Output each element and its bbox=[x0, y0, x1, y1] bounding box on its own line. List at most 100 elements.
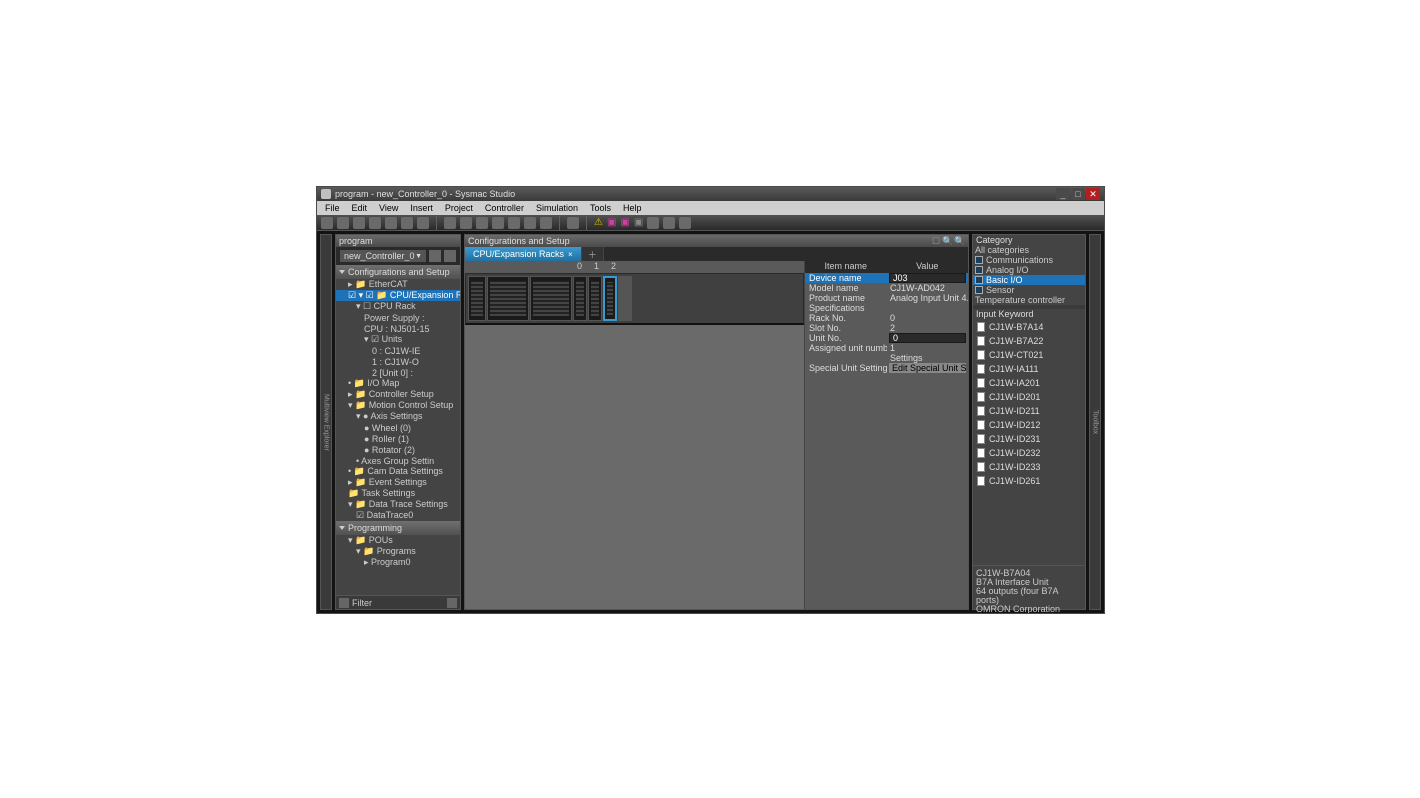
tree-item[interactable]: ● Roller (1) bbox=[336, 433, 460, 444]
tree-item[interactable]: ☑ ▾ ☑ 📁 CPU/Expansion Racks bbox=[336, 290, 460, 301]
tree-item[interactable]: 0 : CJ1W-IE bbox=[336, 345, 460, 356]
open-icon[interactable] bbox=[444, 217, 456, 229]
device-item[interactable]: CJ1W-CT021 bbox=[974, 348, 1084, 362]
tool2-icon[interactable] bbox=[492, 217, 504, 229]
tree-item[interactable]: 2 [Unit 0] : bbox=[336, 367, 460, 378]
controller-btn1[interactable] bbox=[429, 250, 441, 262]
multiview-explorer-label[interactable]: Multiview Explorer bbox=[320, 234, 332, 610]
tree-item[interactable]: ▾ ● Axis Settings bbox=[336, 411, 460, 422]
goto-icon[interactable] bbox=[540, 217, 552, 229]
rack-power-supply[interactable] bbox=[468, 276, 486, 321]
tree-item[interactable]: Power Supply : bbox=[336, 312, 460, 323]
device-item[interactable]: CJ1W-IA201 bbox=[974, 376, 1084, 390]
tree-item[interactable]: ▾ ☐ CPU Rack bbox=[336, 301, 460, 312]
copy-icon[interactable] bbox=[337, 217, 349, 229]
device-item[interactable]: CJ1W-B7A22 bbox=[974, 334, 1084, 348]
cut-icon[interactable] bbox=[321, 217, 333, 229]
tree-item[interactable]: ▾ 📁 POUs bbox=[336, 535, 460, 546]
toolbox-label[interactable]: Toolbox bbox=[1089, 234, 1101, 610]
category-item[interactable]: Analog I/O bbox=[973, 265, 1085, 275]
menu-insert[interactable]: Insert bbox=[404, 203, 439, 213]
rack-cpu[interactable] bbox=[487, 276, 529, 321]
status3-icon[interactable]: ▣ bbox=[634, 217, 643, 228]
grid-icon[interactable] bbox=[476, 217, 488, 229]
category-item[interactable]: Communications bbox=[973, 255, 1085, 265]
tool4-icon[interactable] bbox=[647, 217, 659, 229]
property-row[interactable]: Specifications bbox=[805, 303, 968, 313]
close-button[interactable]: ✕ bbox=[1086, 188, 1100, 200]
tree-item[interactable]: ▸ 📁 Controller Setup bbox=[336, 389, 460, 400]
rack-cpu2[interactable] bbox=[530, 276, 572, 321]
menu-simulation[interactable]: Simulation bbox=[530, 203, 584, 213]
close-icon[interactable]: × bbox=[568, 250, 573, 259]
tree-item[interactable]: ▸ 📁 Event Settings bbox=[336, 477, 460, 488]
tree-section-config[interactable]: Configurations and Setup bbox=[336, 265, 460, 279]
device-item[interactable]: CJ1W-IA111 bbox=[974, 362, 1084, 376]
minimize-button[interactable]: _ bbox=[1056, 188, 1070, 200]
category-item[interactable]: Temperature controller bbox=[973, 295, 1085, 305]
tool5-icon[interactable] bbox=[663, 217, 675, 229]
menu-help[interactable]: Help bbox=[617, 203, 648, 213]
tree-item[interactable]: ▸ Program0 bbox=[336, 557, 460, 568]
property-row[interactable]: Slot No.2 bbox=[805, 323, 968, 333]
paste-icon[interactable] bbox=[353, 217, 365, 229]
wrench-icon[interactable] bbox=[460, 217, 472, 229]
menu-tools[interactable]: Tools bbox=[584, 203, 617, 213]
delete-icon[interactable] bbox=[369, 217, 381, 229]
tool-icon[interactable] bbox=[417, 217, 429, 229]
controller-btn2[interactable] bbox=[444, 250, 456, 262]
filter-expand-button[interactable] bbox=[447, 598, 457, 608]
tree-item[interactable]: ● Wheel (0) bbox=[336, 422, 460, 433]
tree-item[interactable]: ● Rotator (2) bbox=[336, 444, 460, 455]
refresh-icon[interactable] bbox=[679, 217, 691, 229]
tree-item[interactable]: ▾ ☑ Units bbox=[336, 334, 460, 345]
device-item[interactable]: CJ1W-ID231 bbox=[974, 432, 1084, 446]
property-row[interactable]: Settings bbox=[805, 353, 968, 363]
run-icon[interactable] bbox=[567, 217, 579, 229]
property-row[interactable]: Assigned unit numbers1 bbox=[805, 343, 968, 353]
device-item[interactable]: CJ1W-ID211 bbox=[974, 404, 1084, 418]
undo-icon[interactable] bbox=[385, 217, 397, 229]
tree-item[interactable]: • Axes Group Settin bbox=[336, 455, 460, 466]
category-item[interactable]: All categories bbox=[973, 245, 1085, 255]
tree-item[interactable]: 1 : CJ1W-O bbox=[336, 356, 460, 367]
property-row[interactable]: Product nameAnalog Input Unit 4... bbox=[805, 293, 968, 303]
menu-edit[interactable]: Edit bbox=[346, 203, 374, 213]
property-row[interactable]: Model nameCJ1W-AD042 bbox=[805, 283, 968, 293]
device-item[interactable]: CJ1W-ID212 bbox=[974, 418, 1084, 432]
controller-combo[interactable]: new_Controller_0 ▼ bbox=[340, 250, 426, 262]
tree-item[interactable]: ☑ DataTrace0 bbox=[336, 510, 460, 521]
menu-project[interactable]: Project bbox=[439, 203, 479, 213]
tree-section-programming[interactable]: Programming bbox=[336, 521, 460, 535]
device-item[interactable]: CJ1W-B7A14 bbox=[974, 320, 1084, 334]
category-item[interactable]: Sensor bbox=[973, 285, 1085, 295]
tree-item[interactable]: ▸ 📁 EtherCAT bbox=[336, 279, 460, 290]
warning-icon[interactable]: ⚠ bbox=[594, 217, 603, 228]
property-row[interactable]: Device nameJ03 bbox=[805, 273, 968, 283]
rack-blank-drop-area[interactable] bbox=[465, 325, 804, 609]
center-tool-grid-icon[interactable]: ☐ bbox=[931, 236, 941, 246]
menu-controller[interactable]: Controller bbox=[479, 203, 530, 213]
filter-icon[interactable] bbox=[339, 598, 349, 608]
rack-unit-1[interactable] bbox=[588, 276, 602, 321]
property-row[interactable]: Special Unit SettingsEdit Special Unit S… bbox=[805, 363, 968, 373]
rack-unit-2-selected[interactable] bbox=[603, 276, 617, 321]
tree-item[interactable]: ▾ 📁 Programs bbox=[336, 546, 460, 557]
center-tool-zoom-icon[interactable]: 🔍 bbox=[943, 236, 953, 246]
device-item[interactable]: CJ1W-ID201 bbox=[974, 390, 1084, 404]
rack-unit-0[interactable] bbox=[573, 276, 587, 321]
property-row[interactable]: Unit No.0 bbox=[805, 333, 968, 343]
category-item[interactable]: Basic I/O bbox=[973, 275, 1085, 285]
device-item[interactable]: CJ1W-ID261 bbox=[974, 474, 1084, 488]
tab-cpu-expansion-racks[interactable]: CPU/Expansion Racks × bbox=[465, 247, 582, 261]
search-icon[interactable] bbox=[524, 217, 536, 229]
tree-item[interactable]: CPU : NJ501-15 bbox=[336, 323, 460, 334]
device-item[interactable]: CJ1W-ID232 bbox=[974, 446, 1084, 460]
center-tool-zoom2-icon[interactable]: 🔍 bbox=[955, 236, 965, 246]
menu-view[interactable]: View bbox=[373, 203, 404, 213]
tree-item[interactable]: ▾ 📁 Data Trace Settings bbox=[336, 499, 460, 510]
status2-icon[interactable]: ▣ bbox=[620, 217, 629, 228]
redo-icon[interactable] bbox=[401, 217, 413, 229]
tab-add-button[interactable]: ＋ bbox=[582, 247, 604, 261]
tree-item[interactable]: • 📁 I/O Map bbox=[336, 378, 460, 389]
